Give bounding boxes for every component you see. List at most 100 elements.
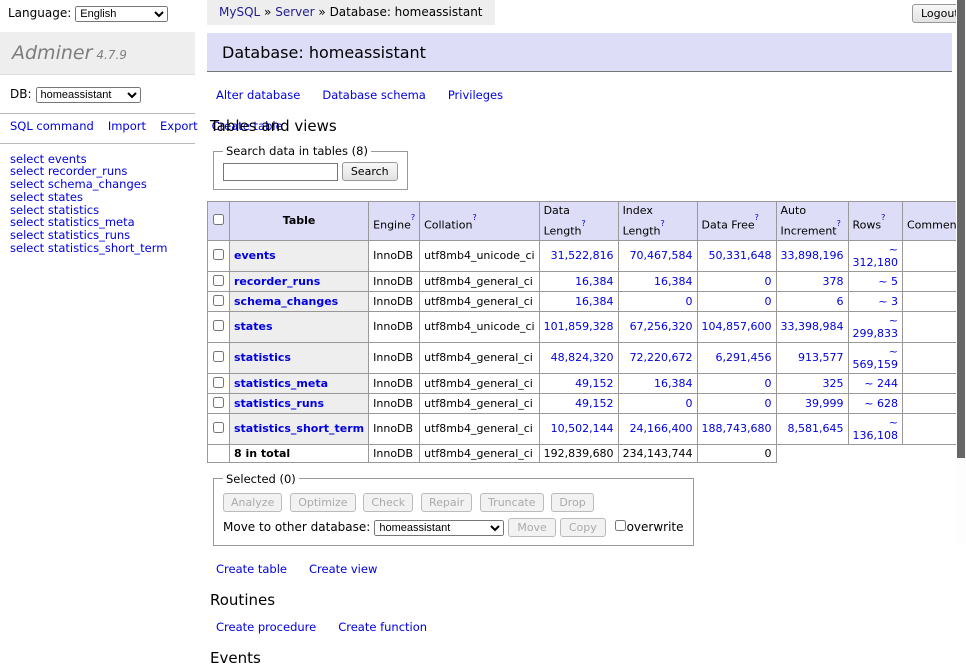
row-checkbox[interactable] xyxy=(213,397,224,408)
selected-legend: Selected (0) xyxy=(223,472,299,486)
table-name-link[interactable]: statistics xyxy=(234,351,291,364)
index-length-link[interactable]: 24,166,400 xyxy=(630,422,693,435)
rows-count-link[interactable]: ~ 312,180 xyxy=(853,243,899,269)
auto-increment-link[interactable]: 6 xyxy=(837,295,844,308)
breadcrumb-server-link[interactable]: Server xyxy=(275,5,314,19)
scrollbar-thumb[interactable] xyxy=(957,0,965,458)
sql-command-link[interactable]: SQL command xyxy=(10,119,94,133)
data-free-link[interactable]: 188,743,680 xyxy=(702,422,772,435)
language-select[interactable]: English xyxy=(75,6,168,22)
overwrite-checkbox[interactable] xyxy=(615,520,626,531)
table-name-link[interactable]: statistics_short_term xyxy=(234,422,364,435)
data-free-link[interactable]: 0 xyxy=(765,377,772,390)
table-name-link[interactable]: events xyxy=(234,249,276,262)
index-length-help-link[interactable]: ? xyxy=(661,219,665,228)
import-link[interactable]: Import xyxy=(108,119,146,133)
data-length-link[interactable]: 49,152 xyxy=(575,397,614,410)
rows-count-link[interactable]: ~ 136,108 xyxy=(853,416,899,442)
table-name-link[interactable]: recorder_runs xyxy=(234,275,320,288)
total-data-length: 192,839,680 xyxy=(539,444,618,462)
data-free-link[interactable]: 0 xyxy=(765,397,772,410)
select-all-checkbox[interactable] xyxy=(213,214,224,225)
vertical-scrollbar[interactable] xyxy=(956,0,966,543)
data-length-link[interactable]: 48,824,320 xyxy=(551,351,614,364)
search-button[interactable]: Search xyxy=(342,162,398,181)
data-free-link[interactable]: 6,291,456 xyxy=(716,351,772,364)
move-button: Move xyxy=(508,518,556,537)
index-length-link[interactable]: 72,220,672 xyxy=(630,351,693,364)
index-length-link[interactable]: 0 xyxy=(686,295,693,308)
database-schema-link[interactable]: Database schema xyxy=(322,88,425,102)
index-length-link[interactable]: 70,467,584 xyxy=(630,249,693,262)
row-checkbox[interactable] xyxy=(213,249,224,260)
data-free-link[interactable]: 0 xyxy=(765,275,772,288)
collation-cell: utf8mb4_general_ci xyxy=(420,342,539,373)
alter-database-link[interactable]: Alter database xyxy=(216,88,300,102)
create-function-link[interactable]: Create function xyxy=(338,620,427,634)
index-length-link[interactable]: 67,256,320 xyxy=(630,320,693,333)
rows-count-link[interactable]: ~ 5 xyxy=(878,275,898,288)
auto-increment-link[interactable]: 913,577 xyxy=(798,351,844,364)
sidebar-item-select-states[interactable]: select states xyxy=(10,191,185,204)
row-checkbox[interactable] xyxy=(213,351,224,362)
breadcrumb-mysql-link[interactable]: MySQL xyxy=(219,5,260,19)
rows-count-link[interactable]: ~ 244 xyxy=(864,377,898,390)
db-row: DB:homeassistant xyxy=(0,75,195,113)
column-header-table: Table xyxy=(230,202,369,241)
data-length-link[interactable]: 10,502,144 xyxy=(551,422,614,435)
row-checkbox[interactable] xyxy=(213,377,224,388)
rows-count-link[interactable]: ~ 3 xyxy=(878,295,898,308)
auto-increment-link[interactable]: 378 xyxy=(823,275,844,288)
index-length-link[interactable]: 0 xyxy=(686,397,693,410)
auto-increment-link[interactable]: 325 xyxy=(823,377,844,390)
table-name-link[interactable]: states xyxy=(234,320,273,333)
table-name-link[interactable]: statistics_meta xyxy=(234,377,328,390)
row-checkbox-cell xyxy=(208,373,230,393)
row-checkbox[interactable] xyxy=(213,320,224,331)
data-free-link[interactable]: 50,331,648 xyxy=(709,249,772,262)
export-link[interactable]: Export xyxy=(160,119,198,133)
index-length-link[interactable]: 16,384 xyxy=(654,275,693,288)
engine-help-link[interactable]: ? xyxy=(411,213,415,222)
create-view-link[interactable]: Create view xyxy=(309,562,377,576)
create-table-link[interactable]: Create table xyxy=(216,562,287,576)
index-length-link[interactable]: 16,384 xyxy=(654,377,693,390)
row-checkbox[interactable] xyxy=(213,275,224,286)
auto-increment-link[interactable]: 33,898,196 xyxy=(781,249,844,262)
sidebar-item-select-statistics-short-term[interactable]: select statistics_short_term xyxy=(10,242,185,255)
table-row: statistics_metaInnoDButf8mb4_general_ci4… xyxy=(208,373,966,393)
data-length-link[interactable]: 16,384 xyxy=(575,295,614,308)
privileges-link[interactable]: Privileges xyxy=(448,88,503,102)
data-free-link[interactable]: 0 xyxy=(765,295,772,308)
total-collation: utf8mb4_general_ci xyxy=(420,444,539,462)
app-title: Adminer4.7.9 xyxy=(0,32,195,75)
create-procedure-link[interactable]: Create procedure xyxy=(216,620,316,634)
search-input[interactable] xyxy=(223,163,338,181)
table-name-link[interactable]: schema_changes xyxy=(234,295,338,308)
rows-count-link[interactable]: ~ 299,833 xyxy=(853,314,899,340)
auto-increment-link[interactable]: 8,581,645 xyxy=(788,422,844,435)
auto-increment-help-link[interactable]: ? xyxy=(837,219,841,228)
auto-increment-link[interactable]: 39,999 xyxy=(805,397,844,410)
rows-count-link[interactable]: ~ 628 xyxy=(864,397,898,410)
data-length-link[interactable]: 101,859,328 xyxy=(544,320,614,333)
rows-help-link[interactable]: ? xyxy=(881,213,885,222)
data-length-link[interactable]: 49,152 xyxy=(575,377,614,390)
data-length-help-link[interactable]: ? xyxy=(582,219,586,228)
collation-cell: utf8mb4_general_ci xyxy=(420,413,539,444)
data-length-link[interactable]: 31,522,816 xyxy=(551,249,614,262)
data-free-help-link[interactable]: ? xyxy=(755,213,759,222)
overwrite-label[interactable]: overwrite xyxy=(627,520,684,534)
collation-help-link[interactable]: ? xyxy=(472,213,476,222)
sidebar-item-select-schema-changes[interactable]: select schema_changes xyxy=(10,178,185,191)
row-checkbox[interactable] xyxy=(213,295,224,306)
table-name-link[interactable]: statistics_runs xyxy=(234,397,324,410)
move-database-select[interactable]: homeassistant xyxy=(374,520,504,536)
db-select[interactable]: homeassistant xyxy=(36,87,141,103)
data-length-link[interactable]: 16,384 xyxy=(575,275,614,288)
auto-increment-link[interactable]: 33,398,984 xyxy=(781,320,844,333)
rows-count-link[interactable]: ~ 569,159 xyxy=(853,345,899,371)
table-row: statistics_runsInnoDButf8mb4_general_ci4… xyxy=(208,393,966,413)
row-checkbox[interactable] xyxy=(213,422,224,433)
data-free-link[interactable]: 104,857,600 xyxy=(702,320,772,333)
